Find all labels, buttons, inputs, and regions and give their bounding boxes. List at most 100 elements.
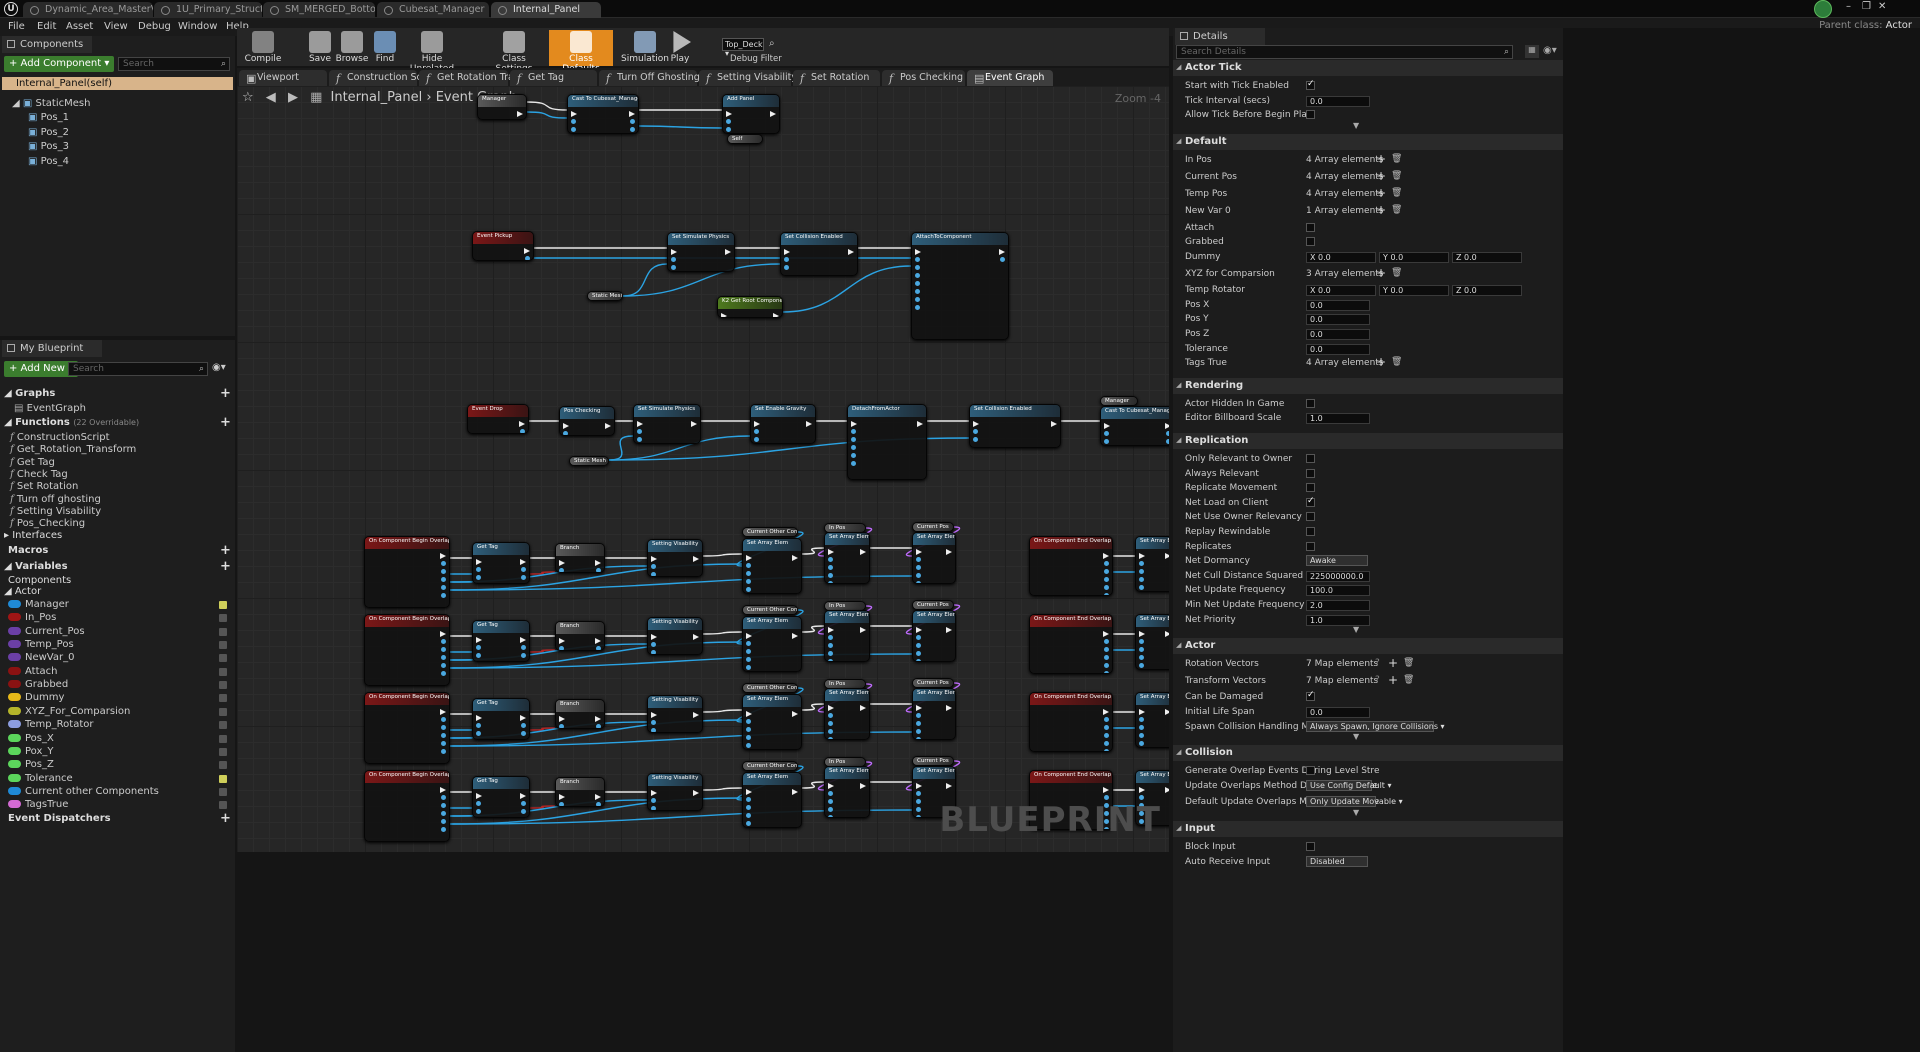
node-output-pin[interactable] bbox=[518, 119, 523, 120]
menu-view[interactable]: View bbox=[104, 21, 128, 32]
node-input-pin[interactable] bbox=[476, 809, 481, 814]
node-input-pin[interactable] bbox=[973, 429, 978, 434]
variable-visibility-icon[interactable] bbox=[219, 774, 227, 783]
node-input-pin[interactable] bbox=[559, 638, 565, 644]
node-input-pin[interactable] bbox=[916, 565, 921, 570]
function-item[interactable]: f Set Rotation bbox=[10, 481, 78, 492]
details-search-input[interactable]: Search Details ⌕ bbox=[1176, 45, 1513, 59]
function-item[interactable]: f Get_Rotation_Transform bbox=[10, 444, 136, 455]
node-input-pin[interactable] bbox=[476, 653, 481, 658]
node-output-pin[interactable] bbox=[441, 803, 446, 808]
graph-tab-turn-off-ghosting[interactable]: f Turn Off Ghosting bbox=[599, 70, 700, 86]
variable-item[interactable]: Tolerance bbox=[8, 773, 233, 784]
add-element-icon[interactable]: + bbox=[1388, 656, 1398, 670]
property-checkbox[interactable] bbox=[1306, 527, 1315, 536]
graph-tab-setting-visability[interactable]: f Setting Visability bbox=[699, 70, 797, 86]
node-output-pin[interactable] bbox=[521, 645, 526, 650]
graph-tab-construction-script[interactable]: f Construction Script bbox=[329, 70, 438, 86]
node-output-pin[interactable] bbox=[595, 560, 601, 566]
node-input-pin[interactable] bbox=[915, 281, 920, 286]
node-output-pin[interactable] bbox=[440, 709, 446, 715]
node-input-pin[interactable] bbox=[671, 249, 677, 255]
trash-icon[interactable]: 🗑 bbox=[1391, 188, 1402, 198]
node-input-pin[interactable] bbox=[1139, 631, 1145, 637]
variable-visibility-icon[interactable] bbox=[219, 787, 227, 796]
trash-icon[interactable]: 🗑 bbox=[1391, 205, 1402, 215]
node-input-pin[interactable] bbox=[828, 799, 833, 804]
node-input-pin[interactable] bbox=[915, 273, 920, 278]
node-input-pin[interactable] bbox=[559, 724, 564, 728]
node-output-pin[interactable] bbox=[441, 639, 446, 644]
node-output-pin[interactable] bbox=[1104, 749, 1109, 751]
graph-tab-pos-checking[interactable]: f Pos Checking bbox=[882, 70, 965, 86]
node-input-pin[interactable] bbox=[651, 642, 656, 647]
node-input-pin[interactable] bbox=[915, 257, 920, 262]
node-output-pin[interactable] bbox=[860, 549, 866, 555]
node-output-pin[interactable] bbox=[441, 655, 446, 660]
node-input-pin[interactable] bbox=[651, 790, 657, 796]
node-output-pin[interactable] bbox=[848, 249, 854, 255]
node-input-pin[interactable] bbox=[726, 127, 731, 132]
node-output-pin[interactable] bbox=[693, 634, 699, 640]
node-input-pin[interactable] bbox=[476, 731, 481, 736]
doc-tab-cubesat-manager[interactable]: Cubesat_Manager bbox=[377, 2, 489, 18]
doc-tab-internal-panel[interactable]: Internal_Panel bbox=[491, 2, 601, 18]
node-input-pin[interactable] bbox=[1139, 655, 1144, 660]
node-input-pin[interactable] bbox=[746, 797, 751, 802]
visibility-eye-icon[interactable]: ◉▾ bbox=[1543, 45, 1557, 56]
property-checkbox[interactable] bbox=[1306, 842, 1315, 851]
node-input-pin[interactable] bbox=[746, 555, 752, 561]
node-input-pin[interactable] bbox=[754, 421, 760, 427]
variable-visibility-icon[interactable] bbox=[219, 721, 227, 730]
node-input-pin[interactable] bbox=[1139, 717, 1144, 722]
current-other-components-node[interactable]: Current Other Components bbox=[742, 761, 798, 771]
node-output-pin[interactable] bbox=[596, 568, 601, 572]
node-input-pin[interactable] bbox=[916, 791, 921, 796]
begin-overlap-node-pos-4[interactable]: On Component Begin Overlap (Pos_4) bbox=[364, 770, 450, 842]
graph-tab-get-tag[interactable]: f Get Tag bbox=[510, 70, 597, 86]
set-collision-enabled-node-2[interactable]: Set Collision Enabled bbox=[969, 404, 1061, 448]
node-output-pin[interactable] bbox=[520, 559, 526, 565]
node-output-pin[interactable] bbox=[441, 647, 446, 652]
menu-asset[interactable]: Asset bbox=[66, 21, 93, 32]
function-item[interactable]: f Pos_Checking bbox=[10, 518, 85, 529]
node-output-pin[interactable] bbox=[1104, 663, 1109, 668]
variable-visibility-icon[interactable] bbox=[219, 654, 227, 663]
blueprint-search-input[interactable]: Search ⌕ bbox=[68, 362, 208, 376]
static-mesh-getter-node-2[interactable]: Static Mesh bbox=[569, 456, 609, 466]
node-input-pin[interactable] bbox=[973, 437, 978, 442]
node-input-pin[interactable] bbox=[851, 461, 856, 466]
node-input-pin[interactable] bbox=[915, 265, 920, 270]
node-input-pin[interactable] bbox=[828, 565, 833, 570]
node-output-pin[interactable] bbox=[946, 705, 952, 711]
node-output-pin[interactable] bbox=[770, 111, 776, 117]
node-output-pin[interactable] bbox=[441, 725, 446, 730]
node-input-pin[interactable] bbox=[851, 421, 857, 427]
node-output-pin[interactable] bbox=[441, 795, 446, 800]
node-input-pin[interactable] bbox=[916, 807, 921, 812]
component-pos-3[interactable]: ▣ Pos_3 bbox=[28, 141, 69, 152]
property-checkbox[interactable] bbox=[1306, 690, 1315, 702]
get-tag-node[interactable]: Get Tag bbox=[472, 620, 530, 662]
node-output-pin[interactable] bbox=[520, 429, 525, 433]
node-input-pin[interactable] bbox=[1139, 741, 1144, 746]
node-input-pin[interactable] bbox=[851, 453, 856, 458]
current-pos-node[interactable]: Current Pos bbox=[912, 522, 954, 532]
static-mesh-getter-node[interactable]: Static Mesh bbox=[587, 291, 623, 301]
debug-search-icon[interactable]: ⌕ bbox=[769, 38, 775, 49]
node-input-pin[interactable] bbox=[746, 727, 751, 732]
components-search-input[interactable]: Search ⌕ bbox=[118, 57, 230, 71]
node-output-pin[interactable] bbox=[1165, 553, 1169, 559]
property-checkbox[interactable] bbox=[1306, 454, 1315, 463]
section-rendering[interactable]: Rendering bbox=[1173, 377, 1563, 394]
node-input-pin[interactable] bbox=[915, 289, 920, 294]
cast-to-cubesat-manager-node-2[interactable]: Cast To Cubesat_Manager bbox=[1100, 406, 1169, 446]
set-enable-gravity-node[interactable]: Set Enable Gravity bbox=[750, 404, 816, 444]
node-input-pin[interactable] bbox=[784, 249, 790, 255]
variable-item[interactable]: In_Pos bbox=[8, 612, 233, 623]
node-input-pin[interactable] bbox=[651, 572, 656, 576]
section-replication[interactable]: Replication bbox=[1173, 433, 1563, 449]
node-output-pin[interactable] bbox=[521, 653, 526, 658]
menu-window[interactable]: Window bbox=[178, 21, 217, 32]
node-output-pin[interactable] bbox=[441, 593, 446, 598]
